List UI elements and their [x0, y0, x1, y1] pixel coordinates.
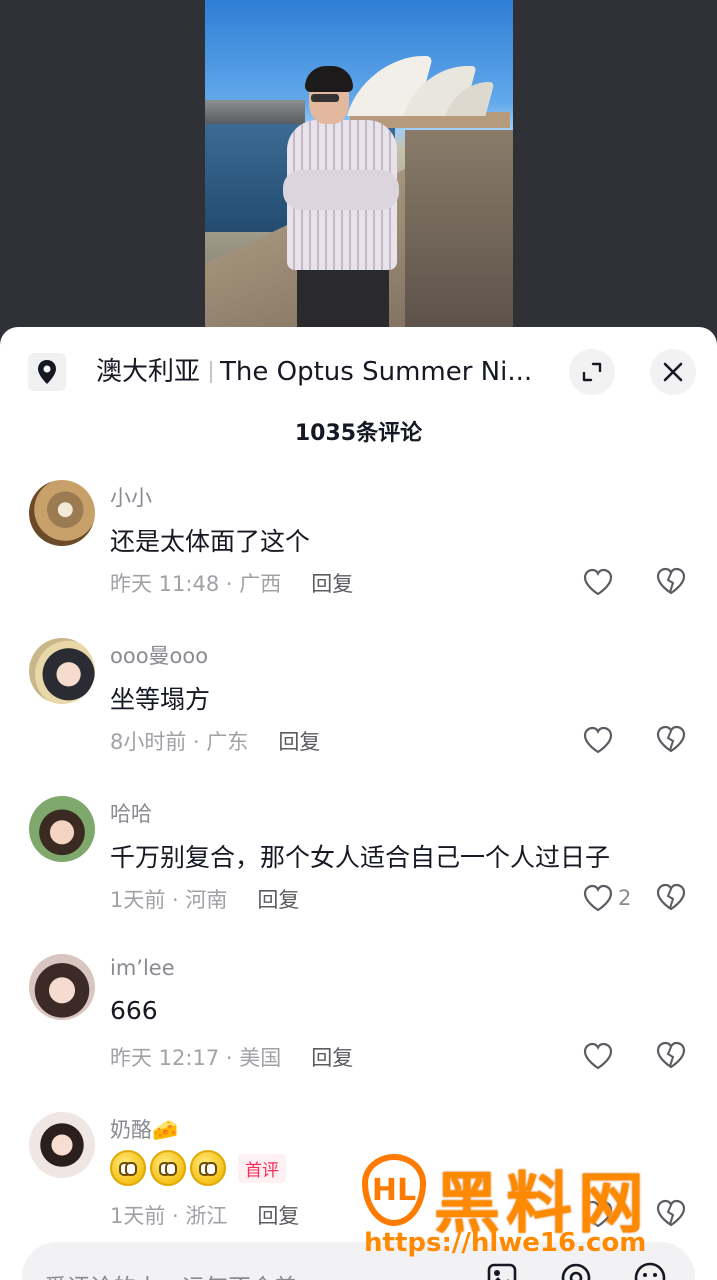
location-separator: [210, 361, 213, 383]
location-label[interactable]: 澳大利亚 The Optus Summer Ni...: [96, 353, 536, 391]
like-button[interactable]: 2: [582, 882, 631, 914]
close-icon: [663, 362, 683, 382]
comment-location: 广东: [206, 730, 249, 754]
heart-icon: [583, 1200, 613, 1228]
comment-username[interactable]: im’lee: [110, 956, 175, 980]
dislike-button[interactable]: [655, 566, 687, 598]
heart-icon: [583, 568, 613, 596]
video-person-hair: [305, 66, 353, 92]
comment-text: 666: [110, 996, 158, 1025]
location-place: The Optus Summer Ni...: [220, 357, 533, 387]
first-comment-tag: 首评: [238, 1153, 286, 1183]
comment-text: 千万别复合，那个女人适合自己一个人过日子: [110, 843, 611, 872]
reply-button[interactable]: 回复: [278, 730, 320, 754]
video-player[interactable]: [205, 0, 513, 340]
emoji-icon[interactable]: [632, 1260, 668, 1280]
reply-button[interactable]: 回复: [311, 1046, 353, 1070]
comment-username[interactable]: ooo曼ooo: [110, 640, 208, 670]
grinning-emoji-icon: [110, 1150, 146, 1186]
reply-button[interactable]: 回复: [257, 888, 299, 912]
mention-icon[interactable]: [558, 1260, 594, 1280]
expand-icon: [582, 362, 602, 382]
broken-heart-icon: [656, 883, 686, 911]
like-count: 2: [618, 886, 632, 910]
video-skyline: [205, 100, 305, 124]
comment-input-bar[interactable]: 爱评论的人，运气不会差: [22, 1242, 695, 1280]
comment-time: 昨天 12:17: [110, 1046, 220, 1070]
reply-button[interactable]: 回复: [257, 1204, 299, 1228]
reply-button[interactable]: 回复: [311, 572, 353, 596]
avatar[interactable]: [29, 954, 95, 1020]
avatar[interactable]: [29, 796, 95, 862]
dislike-button[interactable]: [655, 1040, 687, 1072]
comment-time: 昨天 11:48: [110, 572, 220, 596]
comment-location: 美国: [239, 1046, 282, 1070]
dislike-button[interactable]: [655, 724, 687, 756]
grinning-emoji-icon: [190, 1150, 226, 1186]
dislike-button[interactable]: [655, 1198, 687, 1230]
comment-item: ooo曼ooo 坐等塌方 8小时前 · 广东 回复: [0, 638, 717, 796]
expand-button[interactable]: [569, 349, 615, 395]
location-row[interactable]: 澳大利亚 The Optus Summer Ni...: [0, 327, 717, 417]
image-icon[interactable]: [484, 1260, 520, 1280]
comment-item: im’lee 666 昨天 12:17 · 美国 回复: [0, 954, 717, 1112]
close-button[interactable]: [650, 349, 696, 395]
heart-icon: [583, 726, 613, 754]
avatar[interactable]: [29, 1112, 95, 1178]
video-person-arms: [283, 170, 399, 210]
comment-item: 哈哈 千万别复合，那个女人适合自己一个人过日子 1天前 · 河南 回复 2: [0, 796, 717, 954]
broken-heart-icon: [656, 1041, 686, 1069]
comment-meta: 8小时前 · 广东 回复: [110, 730, 321, 754]
comment-username[interactable]: 奶酪🧀: [110, 1114, 178, 1144]
comment-meta: 昨天 12:17 · 美国 回复: [110, 1046, 354, 1070]
comment-meta: 1天前 · 浙江 回复: [110, 1204, 300, 1228]
comment-meta: 昨天 11:48 · 广西 回复: [110, 572, 354, 596]
like-button[interactable]: [582, 566, 618, 598]
heart-icon: [583, 1042, 613, 1070]
comment-text: 还是太体面了这个: [110, 527, 311, 556]
comment-username[interactable]: 哈哈: [110, 798, 152, 828]
location-region: 澳大利亚: [96, 357, 201, 387]
dislike-button[interactable]: [655, 882, 687, 914]
like-button[interactable]: [582, 724, 618, 756]
broken-heart-icon: [656, 725, 686, 753]
video-walkway: [405, 130, 513, 340]
avatar[interactable]: [29, 480, 95, 546]
comment-meta: 1天前 · 河南 回复: [110, 888, 300, 912]
comment-item: 小小 还是太体面了这个 昨天 11:48 · 广西 回复: [0, 480, 717, 638]
comment-location: 广西: [239, 572, 282, 596]
comment-username[interactable]: 小小: [110, 482, 152, 512]
heart-icon: [583, 884, 613, 912]
comment-time: 1天前: [110, 1204, 166, 1228]
broken-heart-icon: [656, 1199, 686, 1227]
comment-emoji-row: 首评: [110, 1150, 286, 1186]
comment-location: 河南: [185, 888, 228, 912]
like-button[interactable]: [582, 1198, 618, 1230]
grinning-emoji-icon: [150, 1150, 186, 1186]
comment-time: 8小时前: [110, 730, 187, 754]
comment-count: 1035条评论: [294, 421, 423, 446]
location-pin-icon: [28, 353, 66, 391]
like-button[interactable]: [582, 1040, 618, 1072]
comment-location: 浙江: [185, 1204, 228, 1228]
comment-text: 坐等塌方: [110, 685, 211, 714]
broken-heart-icon: [656, 567, 686, 595]
comment-sheet: 澳大利亚 The Optus Summer Ni... 1035条评论 小小 还是…: [0, 327, 717, 1280]
comment-input-placeholder[interactable]: 爱评论的人，运气不会差: [44, 1268, 297, 1280]
comment-time: 1天前: [110, 888, 166, 912]
avatar[interactable]: [29, 638, 95, 704]
video-person-glasses: [311, 94, 339, 102]
